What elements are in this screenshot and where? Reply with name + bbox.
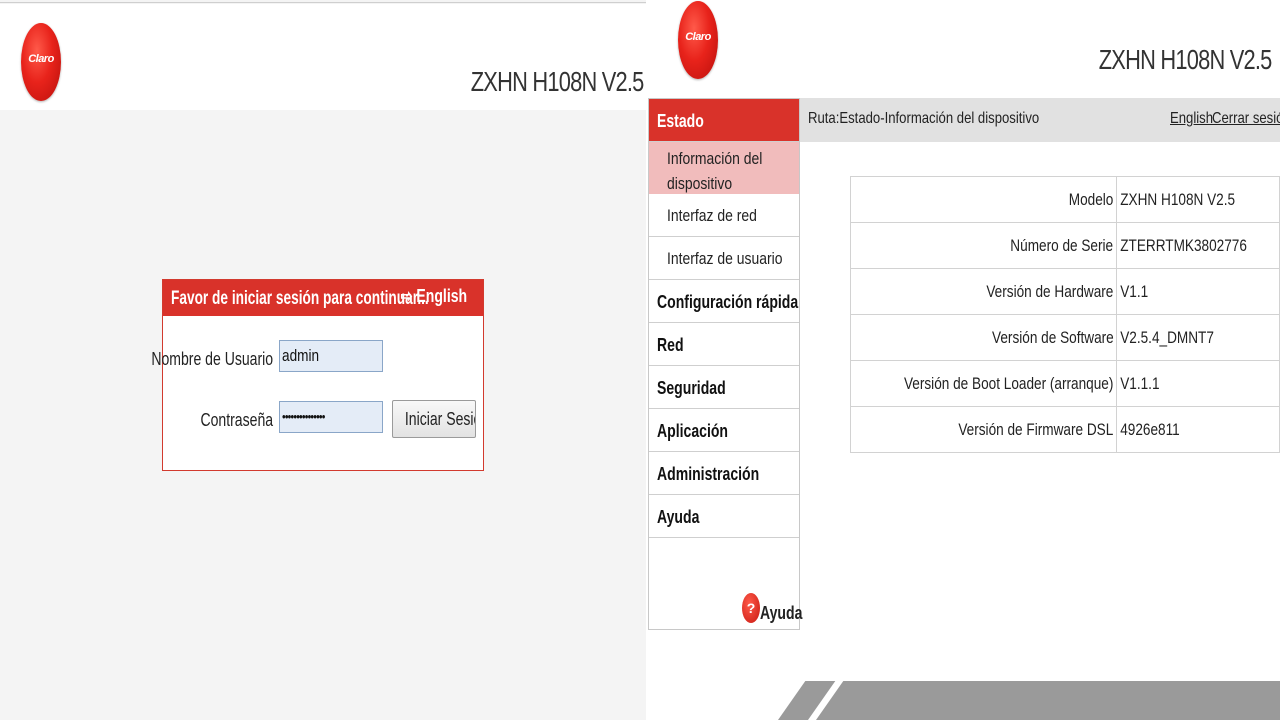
login-prompt: Favor de iniciar sesión para continuar..… (171, 288, 429, 309)
key-text: Versión de Hardware (986, 281, 1114, 301)
value-text: V1.1.1 (1119, 373, 1160, 393)
login-screen: Claro ZXHN H108N V2.5 Favor de iniciar s… (0, 0, 646, 720)
username-label: Nombre de Usuario (151, 349, 273, 369)
sidebar-item-label: Configuración rápida (657, 292, 799, 312)
sidebar-subitem-label: Interfaz de red (667, 206, 757, 225)
device-info-table: Modelo ZXHN H108N V2.5 Número de Serie ZTE… (850, 176, 1280, 453)
footer-decoration (778, 681, 1280, 720)
help-icon[interactable]: ? (742, 593, 760, 623)
row-key: Versión de Boot Loader (arranque) (850, 360, 1117, 407)
sidebar-item-seguridad[interactable]: Seguridad (649, 366, 799, 409)
sidebar-item-label: Red (657, 335, 684, 355)
password-value: ••••••••••••••• (282, 409, 325, 424)
help-link[interactable]: Ayuda (760, 603, 802, 624)
sidebar-item-label: Estado (657, 111, 704, 131)
row-key: Número de Serie (850, 222, 1117, 269)
key-text: Versión de Boot Loader (arranque) (903, 373, 1114, 393)
sidebar-subitem-label: Interfaz de usuario (667, 249, 783, 268)
value-text: ZXHN H108N V2.5 (1119, 189, 1235, 209)
value-text: V2.5.4_DMNT7 (1119, 327, 1214, 347)
username-value: admin (282, 346, 320, 365)
row-value: V2.5.4_DMNT7 (1115, 314, 1280, 361)
sidebar-subitem-informacion[interactable]: Información del dispositivo (649, 142, 799, 194)
table-row: Número de Serie ZTERRTMK3802776 (850, 222, 1280, 269)
password-label: Contraseña (200, 410, 273, 430)
row-value: ZTERRTMK3802776 (1115, 222, 1280, 269)
logout-link[interactable]: Cerrar sesión (1212, 110, 1280, 128)
sidebar-item-label: Aplicación (657, 421, 729, 441)
language-link[interactable]: ⇨ English (401, 286, 467, 307)
login-button[interactable]: Iniciar Sesión (392, 400, 476, 438)
value-text: 4926e811 (1119, 419, 1180, 439)
login-header: Claro ZXHN H108N V2.5 (0, 4, 646, 110)
row-value: 4926e811 (1115, 406, 1280, 453)
language-link-label: English (416, 286, 467, 306)
value-text: ZTERRTMK3802776 (1119, 235, 1247, 255)
key-text: Modelo (1068, 189, 1114, 209)
login-dialog: Favor de iniciar sesión para continuar..… (151, 279, 484, 471)
device-model-title: ZXHN H108N V2.5 (471, 66, 645, 97)
sidebar-item-configuracion-rapida[interactable]: Configuración rápida (649, 280, 799, 323)
row-value: V1.1 (1115, 268, 1280, 315)
device-model-title: ZXHN H108N V2.5 (1099, 44, 1273, 75)
sidebar: Estado Información del dispositivo Inter… (648, 98, 802, 630)
login-dialog-header: Favor de iniciar sesión para continuar..… (163, 280, 483, 316)
password-input[interactable]: ••••••••••••••• (279, 401, 383, 433)
sidebar-item-label: Ayuda (657, 507, 700, 527)
breadcrumb-bar: Ruta:Estado-Información del dispositivo … (800, 98, 1280, 142)
logo-text: Claro (28, 53, 54, 65)
sidebar-item-ayuda[interactable]: Ayuda (649, 495, 799, 538)
sidebar-subitem-interfaz-usuario[interactable]: Interfaz de usuario (649, 237, 799, 280)
top-divider (0, 2, 646, 3)
row-value: ZXHN H108N V2.5 (1115, 176, 1280, 223)
username-input[interactable]: admin (279, 340, 383, 372)
row-key: Versión de Firmware DSL (850, 406, 1117, 453)
status-screen: Claro ZXHN H108N V2.5 Ruta:Estado-Inform… (648, 0, 1280, 720)
key-text: Versión de Firmware DSL (958, 419, 1114, 439)
key-text: Número de Serie (1010, 235, 1114, 255)
claro-logo: Claro (21, 23, 61, 101)
row-key: Versión de Hardware (850, 268, 1117, 315)
table-row: Versión de Hardware V1.1 (850, 268, 1280, 315)
sidebar-subitem-interfaz-red[interactable]: Interfaz de red (649, 194, 799, 237)
table-row: Versión de Firmware DSL 4926e811 (850, 406, 1280, 453)
sidebar-item-label: Administración (657, 464, 760, 484)
sidebar-item-aplicacion[interactable]: Aplicación (649, 409, 799, 452)
row-key: Versión de Software (850, 314, 1117, 361)
table-row: Versión de Software V2.5.4_DMNT7 (850, 314, 1280, 361)
table-row: Modelo ZXHN H108N V2.5 (850, 176, 1280, 223)
claro-logo: Claro (678, 1, 718, 79)
login-button-label: Iniciar Sesión (404, 409, 475, 429)
key-text: Versión de Software (991, 327, 1114, 347)
language-link[interactable]: English (1170, 110, 1213, 128)
row-key: Modelo (850, 176, 1117, 223)
breadcrumb: Ruta:Estado-Información del dispositivo (808, 110, 1040, 127)
sidebar-subitem-label: Información del dispositivo (667, 149, 763, 193)
sidebar-item-label: Seguridad (657, 378, 726, 398)
sidebar-item-administracion[interactable]: Administración (649, 452, 799, 495)
logo-text: Claro (685, 31, 711, 43)
row-value: V1.1.1 (1115, 360, 1280, 407)
table-row: Versión de Boot Loader (arranque) V1.1.1 (850, 360, 1280, 407)
sidebar-item-red[interactable]: Red (649, 323, 799, 366)
value-text: V1.1 (1119, 281, 1148, 301)
sidebar-item-estado[interactable]: Estado (649, 99, 799, 142)
